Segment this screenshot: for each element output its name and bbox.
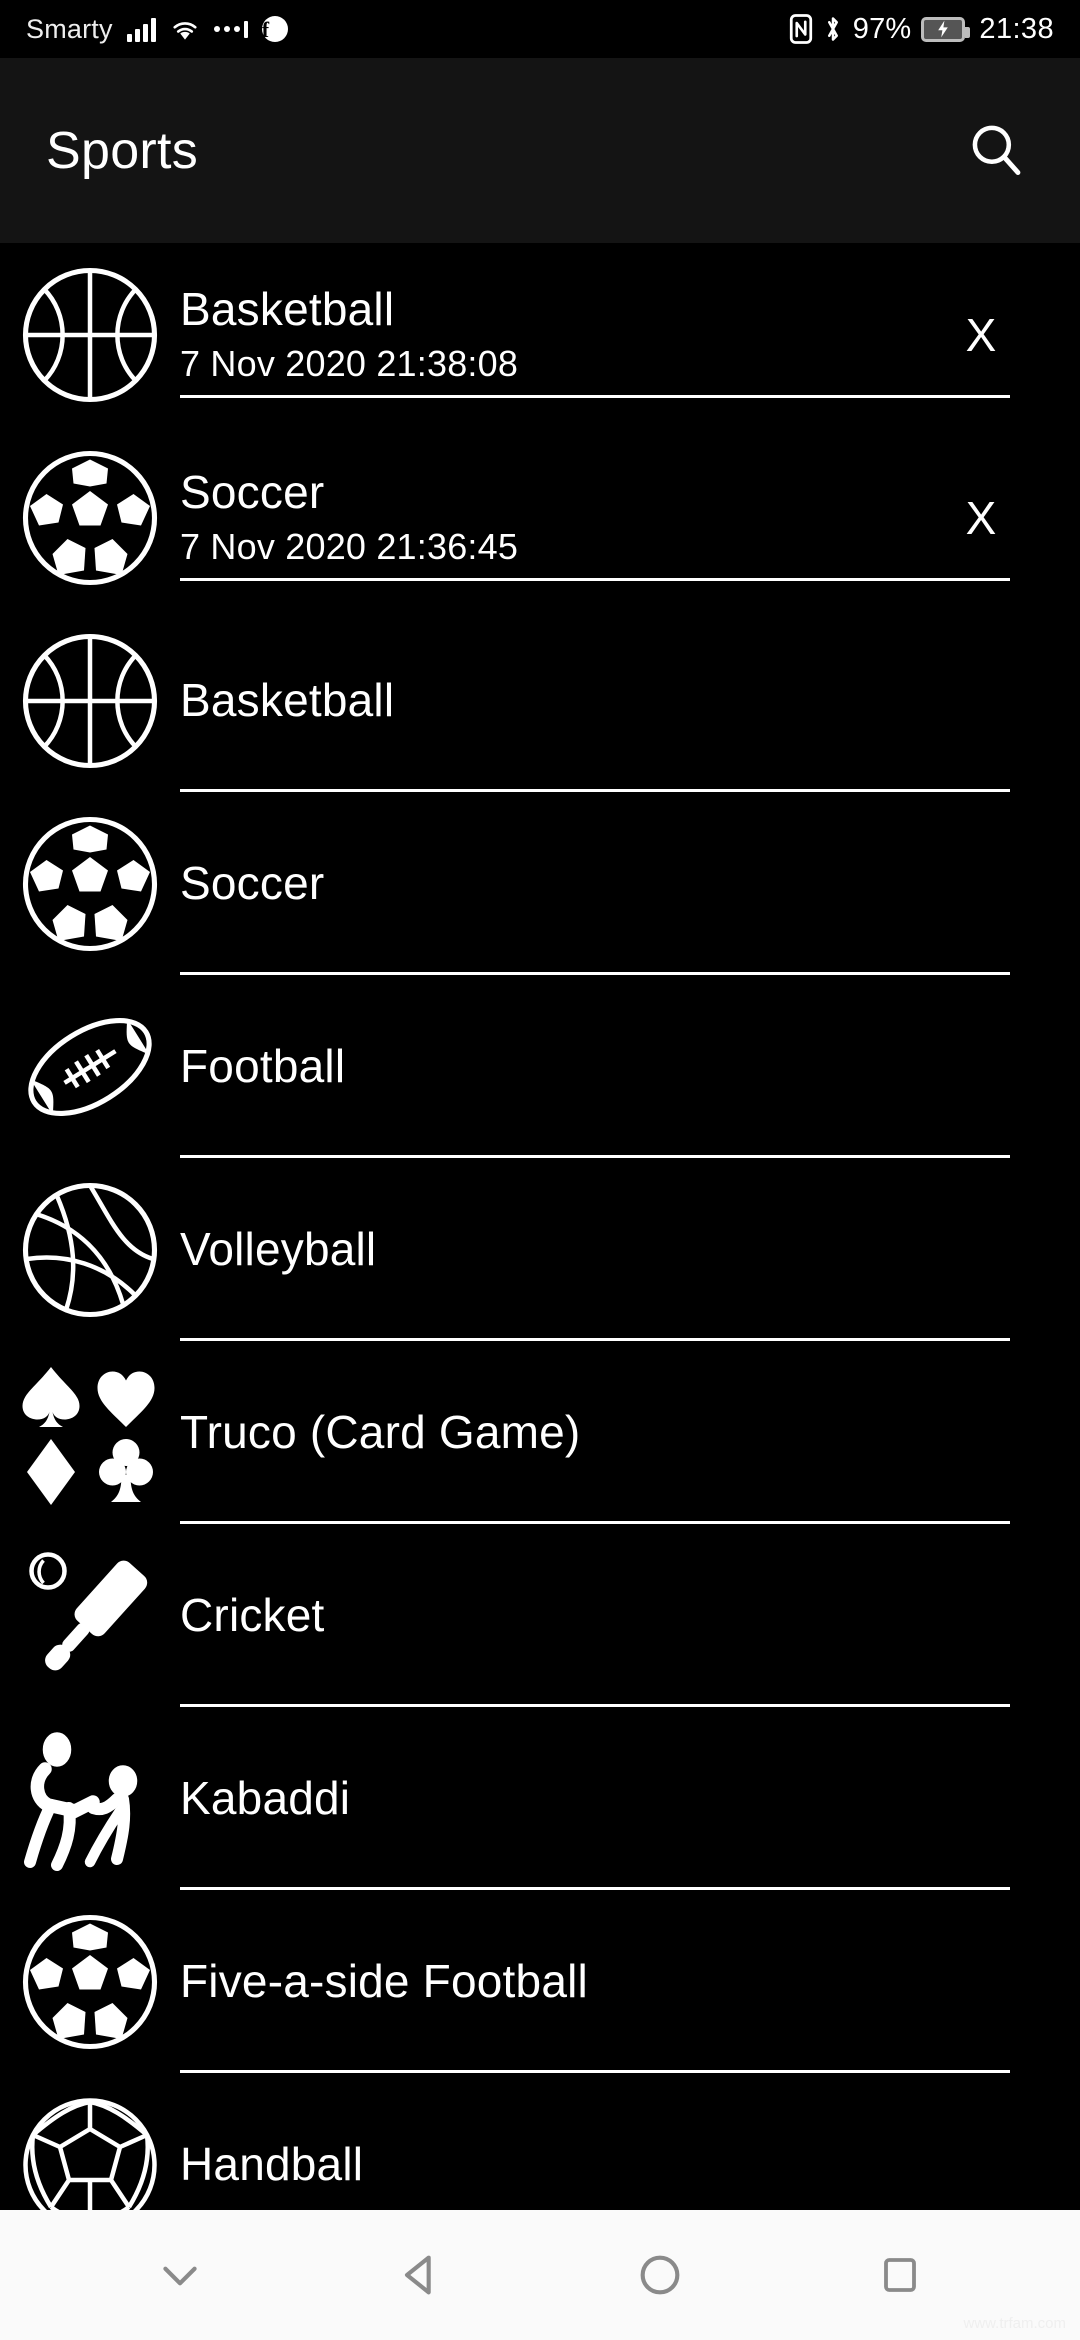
list-item-icon [0,1707,180,1890]
app-bar: Sports [0,58,1080,243]
list-item-title: Basketball [180,282,395,335]
list-item-text: Truco (Card Game) [180,1341,1080,1524]
list-item-title: Truco (Card Game) [180,1405,581,1458]
list-item-text: Five-a-side Football [180,1890,1080,2073]
home-icon[interactable] [600,2225,720,2325]
list-item-icon [0,609,180,792]
list-item-title: Soccer [180,856,325,909]
list-item-title: Volleyball [180,1222,377,1275]
clock-label: 21:38 [979,12,1054,45]
list-item-icon [0,1890,180,2073]
list-item-title: Soccer [180,465,325,518]
wifi-icon [170,16,200,42]
list-item-icon [0,243,180,426]
mobile-data-icon [213,20,248,38]
list-item[interactable]: Cricket [0,1524,1080,1707]
list-item-title: Basketball [180,673,395,726]
list-item-title: Five-a-side Football [180,1954,588,2007]
kabaddi-icon [15,1724,165,1874]
list-item-icon [0,975,180,1158]
list-item[interactable]: Basketball 7 Nov 2020 21:38:08 X [0,243,1080,426]
list-item[interactable]: Soccer 7 Nov 2020 21:36:45 X [0,426,1080,609]
basketball-icon [15,626,165,776]
search-icon[interactable] [956,111,1036,191]
card-suits-icon [15,1358,165,1508]
navigation-bar: www.trfam.com [0,2210,1080,2340]
list-item[interactable]: Kabaddi [0,1707,1080,1890]
status-bar: Smarty f 97% 21:38 [0,0,1080,58]
back-icon[interactable] [360,2225,480,2325]
status-bar-right: 97% 21:38 [789,13,1054,46]
watermark-label: www.trfam.com [963,2315,1066,2332]
list-item-text: Volleyball [180,1158,1080,1341]
handball-icon [15,2090,165,2210]
list-item[interactable]: Truco (Card Game) [0,1341,1080,1524]
carrier-label: Smarty [26,13,113,44]
battery-percent-label: 97% [852,12,912,45]
list-item-icon [0,426,180,609]
battery-charging-icon [921,16,971,42]
list-item[interactable]: Soccer [0,792,1080,975]
list-item-icon [0,792,180,975]
list-item[interactable]: Handball [0,2073,1080,2210]
delete-button[interactable]: X [946,308,1016,362]
status-bar-left: Smarty f [26,14,288,45]
list-item-icon [0,1524,180,1707]
list-item-text: Handball [180,2073,1080,2210]
soccer-ball-icon [15,443,165,593]
soccer-ball-icon [15,1907,165,2057]
list-item-icon [0,1158,180,1341]
list-item[interactable]: Five-a-side Football [0,1890,1080,2073]
list-divider [180,395,1010,398]
volleyball-icon [15,1175,165,1325]
list-item-title: Kabaddi [180,1771,351,1824]
list-item-text: Basketball [180,609,1080,792]
american-football-icon [15,992,165,1142]
list-item-text: Kabaddi [180,1707,1080,1890]
list-item-timestamp: 7 Nov 2020 21:38:08 [180,343,519,385]
list-item-text: Soccer 7 Nov 2020 21:36:45 [180,426,1080,609]
list-item[interactable]: Basketball [0,609,1080,792]
basketball-icon [15,260,165,410]
phone-screen: Smarty f 97% 21:38 Sports Basketball 7 N… [0,0,1080,2340]
list-item-text: Soccer [180,792,1080,975]
sports-list[interactable]: Basketball 7 Nov 2020 21:38:08 X Soccer … [0,243,1080,2210]
list-item-text: Football [180,975,1080,1158]
list-divider [180,578,1010,581]
list-item-text: Basketball 7 Nov 2020 21:38:08 [180,243,1080,426]
list-item-icon [0,1341,180,1524]
list-item-text: Cricket [180,1524,1080,1707]
delete-button[interactable]: X [946,491,1016,545]
list-item-icon [0,2073,180,2210]
list-item-title: Cricket [180,1588,325,1641]
list-item[interactable]: Football [0,975,1080,1158]
page-title: Sports [46,121,199,180]
cricket-bat-icon [15,1541,165,1691]
list-item-timestamp: 7 Nov 2020 21:36:45 [180,526,519,568]
soccer-ball-icon [15,809,165,959]
list-item-title: Football [180,1039,346,1092]
list-item[interactable]: Volleyball [0,1158,1080,1341]
signal-icon [126,16,156,42]
facebook-icon: f [261,16,288,42]
hide-keyboard-icon[interactable] [120,2225,240,2325]
bluetooth-icon [823,14,843,44]
list-item-title: Handball [180,2137,364,2190]
nfc-icon [789,14,813,44]
recents-icon[interactable] [840,2225,960,2325]
